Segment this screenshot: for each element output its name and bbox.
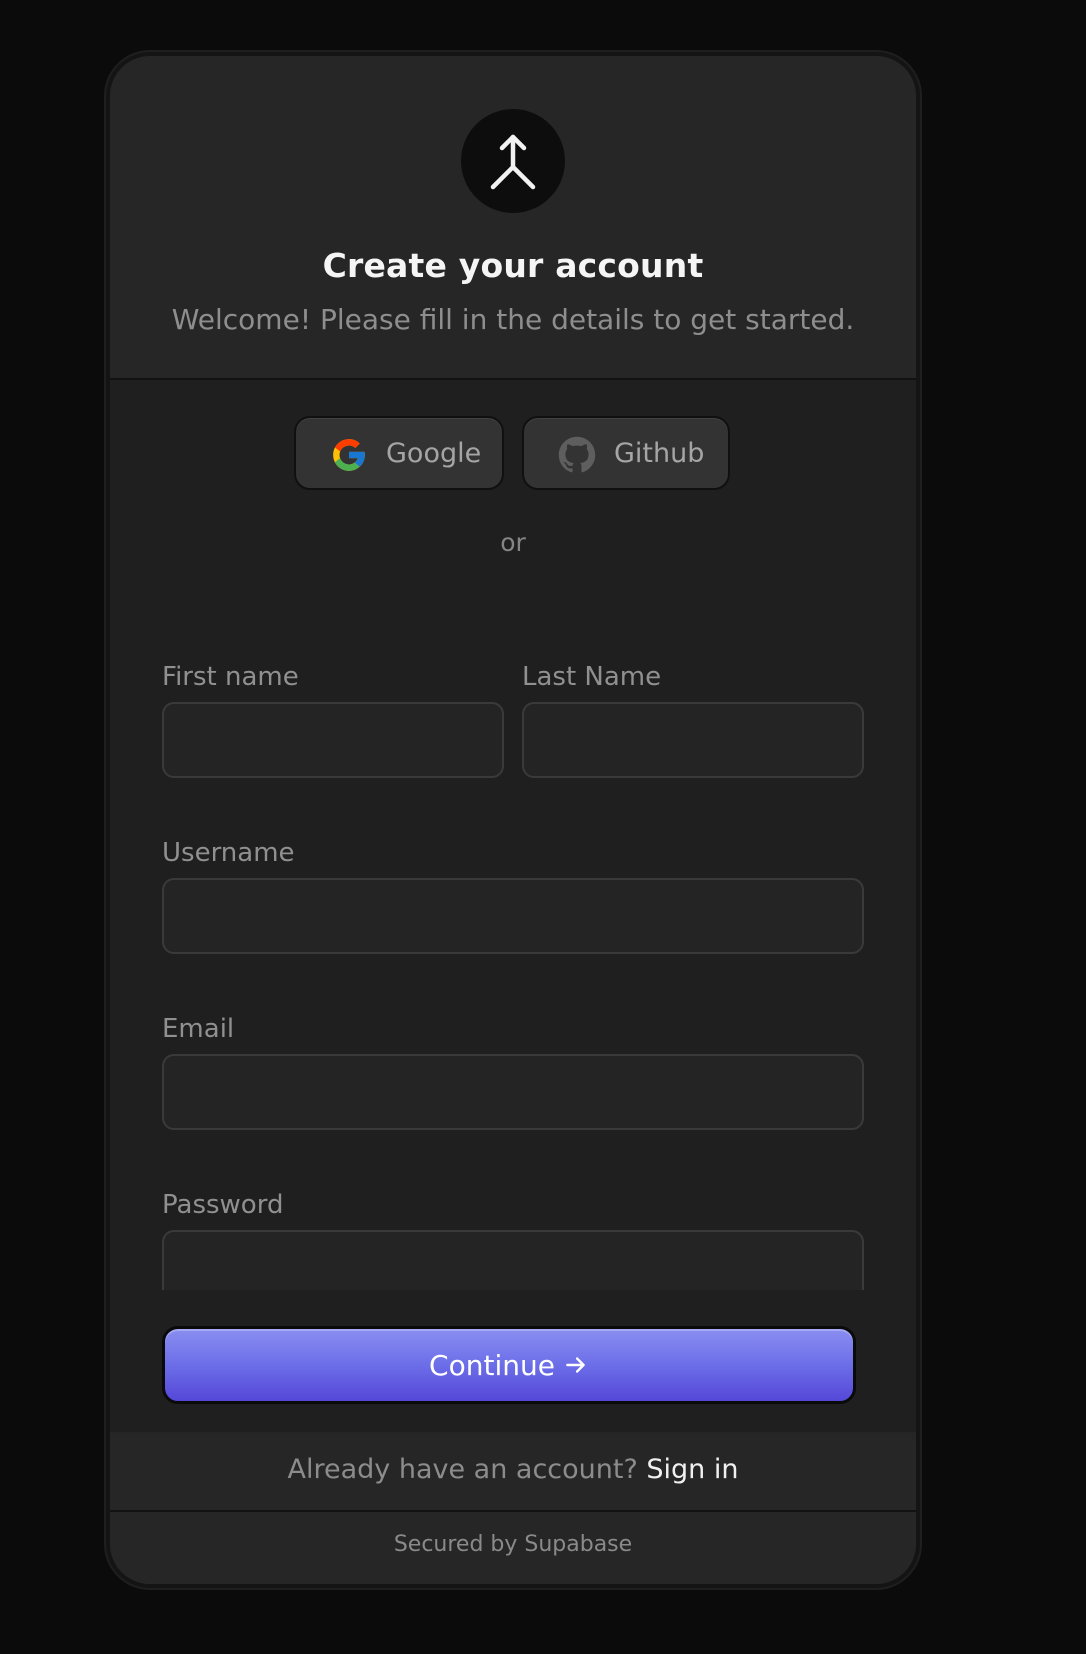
username-field[interactable] xyxy=(162,878,864,954)
merge-arrow-icon xyxy=(490,134,536,190)
first-name-field[interactable] xyxy=(162,702,504,778)
github-icon xyxy=(558,436,596,473)
google-icon xyxy=(333,439,365,471)
first-name-label: First name xyxy=(162,662,299,692)
continue-section: Continue xyxy=(110,1290,916,1432)
app-logo xyxy=(461,109,565,213)
sign-up-card: Create your account Welcome! Please fill… xyxy=(110,56,916,1584)
sign-in-link[interactable]: Sign in xyxy=(646,1454,738,1485)
last-name-field[interactable] xyxy=(522,702,864,778)
secured-by-text: Secured by Supabase xyxy=(393,1532,633,1557)
divider-or: or xyxy=(500,528,526,557)
email-label: Email xyxy=(162,1014,235,1044)
form-body: Google Github or First name Last Name Us… xyxy=(110,380,916,1306)
google-button-label: Google xyxy=(386,438,482,469)
github-button-label: Github xyxy=(614,438,705,469)
sign-in-footer: Already have an account? Sign in xyxy=(110,1434,916,1512)
page-title: Create your account xyxy=(322,246,704,285)
email-field[interactable] xyxy=(162,1054,864,1130)
sign-in-row: Already have an account? Sign in xyxy=(110,1454,916,1485)
github-sign-in-button[interactable]: Github xyxy=(522,416,730,490)
arrow-right-icon xyxy=(566,1357,585,1373)
continue-button-label: Continue xyxy=(429,1349,555,1382)
last-name-label: Last Name xyxy=(522,662,662,692)
secured-footer: Secured by Supabase xyxy=(110,1512,916,1584)
password-label: Password xyxy=(162,1190,284,1220)
page-subtitle: Welcome! Please fill in the details to g… xyxy=(171,303,855,336)
username-label: Username xyxy=(162,838,295,868)
card-header: Create your account Welcome! Please fill… xyxy=(110,56,916,380)
sign-in-prompt: Already have an account? xyxy=(287,1454,638,1485)
google-sign-in-button[interactable]: Google xyxy=(294,416,504,490)
continue-button-content: Continue xyxy=(165,1349,853,1382)
continue-button[interactable]: Continue xyxy=(162,1326,856,1404)
